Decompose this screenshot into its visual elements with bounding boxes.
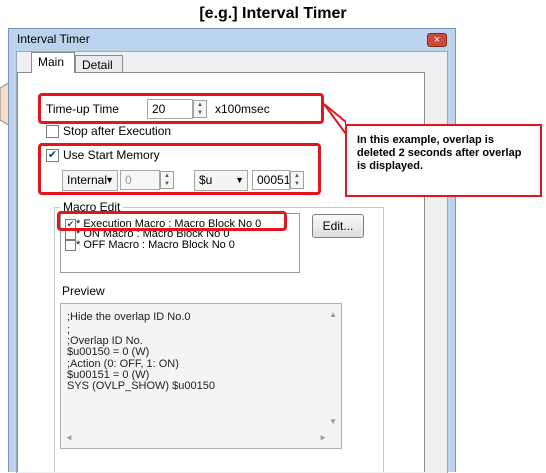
scroll-up-icon[interactable]: ▲ bbox=[329, 310, 337, 319]
timeup-highlight bbox=[38, 93, 324, 124]
preview-box[interactable]: ;Hide the overlap ID No.0 ; ;Overlap ID … bbox=[60, 303, 342, 449]
execution-macro-highlight bbox=[57, 211, 287, 231]
callout-box: In this example, overlap is deleted 2 se… bbox=[345, 124, 542, 197]
preview-line: ;Hide the overlap ID No.0 bbox=[67, 311, 191, 323]
preview-line: SYS (OVLP_SHOW) $u00150 bbox=[67, 380, 215, 392]
scroll-down-icon[interactable]: ▼ bbox=[329, 417, 337, 426]
stop-after-checkbox[interactable] bbox=[46, 125, 59, 138]
preview-label: Preview bbox=[62, 284, 105, 298]
close-button[interactable]: × bbox=[427, 33, 447, 47]
start-memory-highlight bbox=[38, 143, 321, 195]
list-item-label: * OFF Macro : Macro Block No 0 bbox=[76, 239, 235, 251]
scroll-left-icon[interactable]: ◄ bbox=[65, 433, 73, 442]
preview-line: $u00150 = 0 (W) bbox=[67, 346, 150, 358]
list-item[interactable]: * OFF Macro : Macro Block No 0 bbox=[65, 239, 235, 251]
title-bar[interactable]: Interval Timer × bbox=[9, 29, 455, 51]
scroll-right-icon[interactable]: ► bbox=[319, 433, 327, 442]
stop-after-label: Stop after Execution bbox=[63, 124, 172, 138]
checkbox[interactable] bbox=[65, 239, 76, 251]
window-title: Interval Timer bbox=[17, 32, 90, 46]
tab-detail[interactable]: Detail bbox=[75, 55, 123, 73]
callout-pointer bbox=[323, 103, 346, 136]
tab-main[interactable]: Main bbox=[31, 52, 75, 73]
edit-button[interactable]: Edit... bbox=[312, 214, 364, 238]
page-title: [e.g.] Interval Timer bbox=[199, 5, 347, 22]
